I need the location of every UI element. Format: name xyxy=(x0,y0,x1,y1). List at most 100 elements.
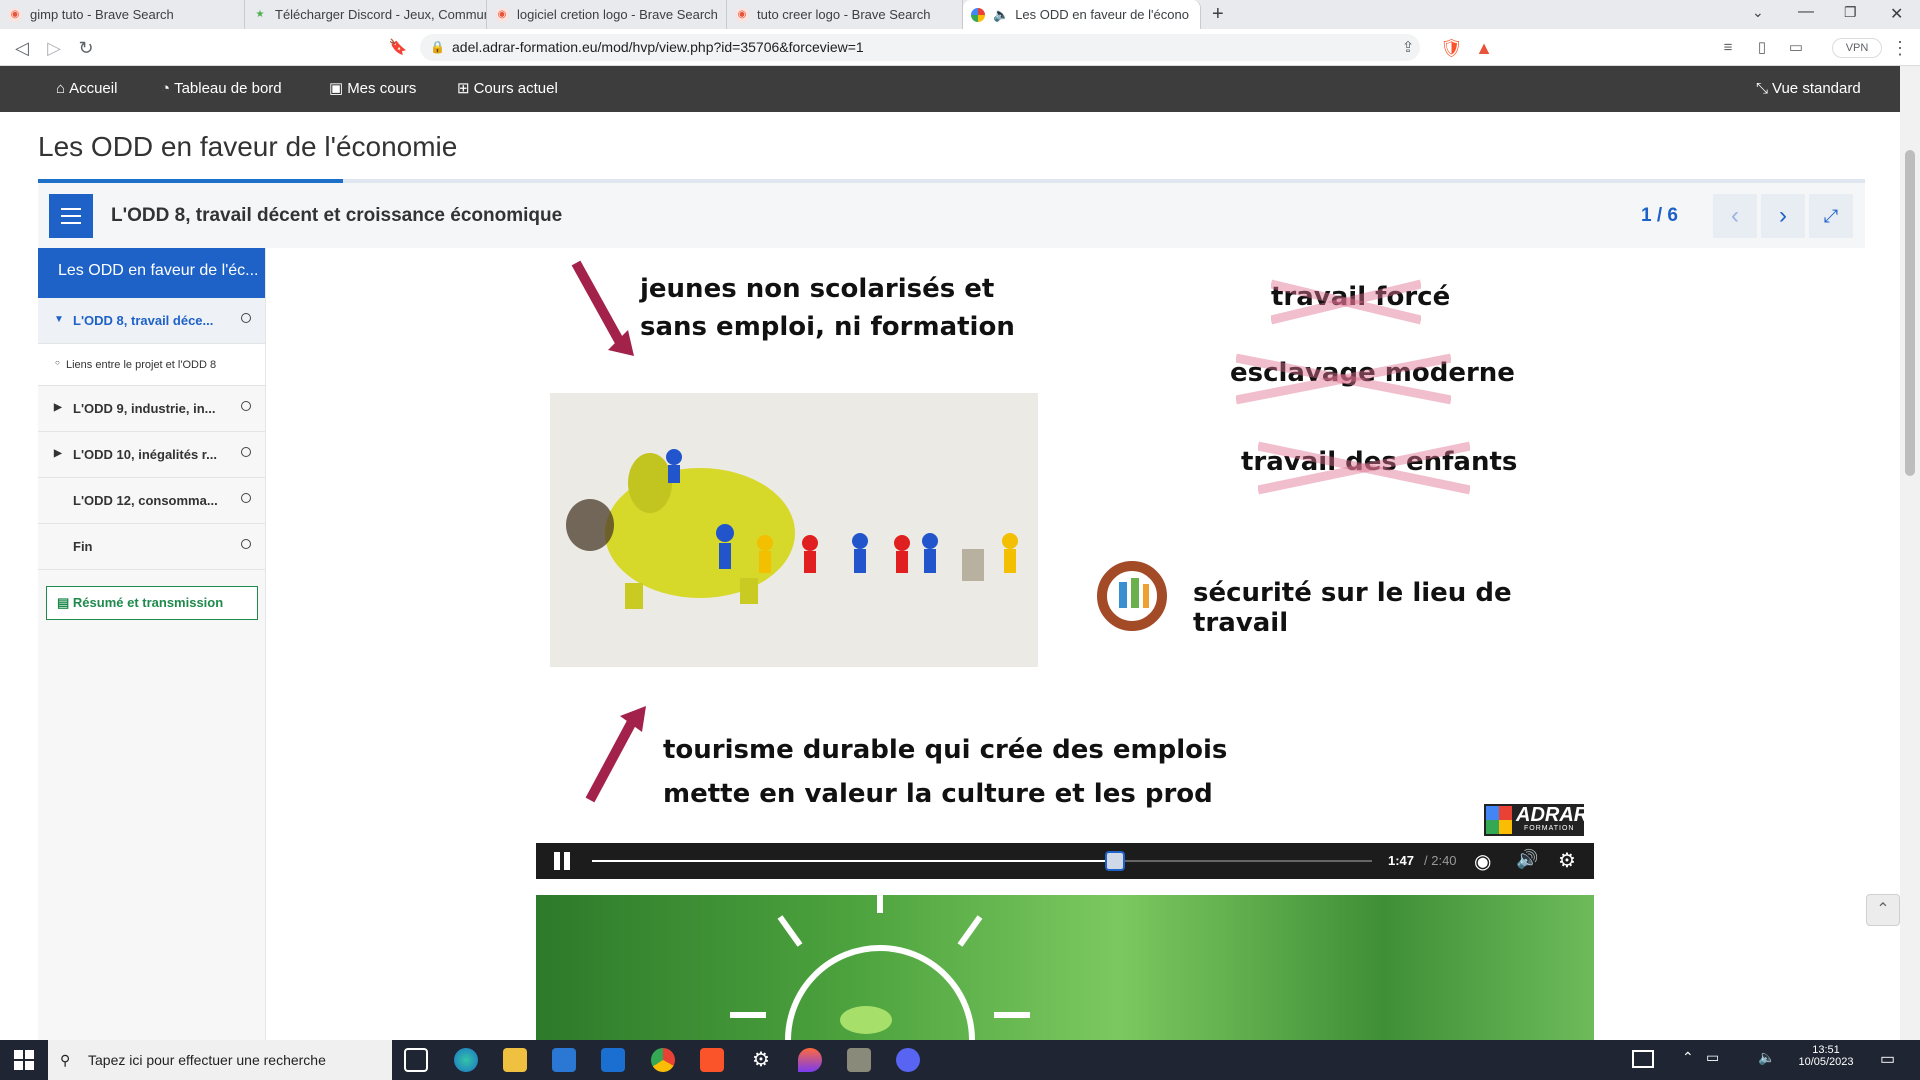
new-tab-icon[interactable]: + xyxy=(1212,3,1224,26)
notifications-icon[interactable]: ▭ xyxy=(1880,1049,1895,1069)
windows-start-icon[interactable] xyxy=(14,1050,34,1070)
sitemap-icon: ⊞ xyxy=(457,80,470,97)
toc-chapter-odd12[interactable]: L'ODD 12, consomma... xyxy=(38,478,265,524)
brave-icon[interactable] xyxy=(700,1048,724,1072)
next-page-button[interactable]: › xyxy=(1761,194,1805,238)
fullscreen-button[interactable]: ⤢ xyxy=(1809,194,1853,238)
toc-header[interactable]: Les ODD en faveur de l'éc... xyxy=(38,248,265,298)
close-window-icon[interactable]: ✕ xyxy=(1890,4,1903,24)
task-view-icon[interactable] xyxy=(404,1048,428,1072)
browser-tab[interactable]: ★ Télécharger Discord - Jeux, Communic xyxy=(245,0,487,29)
url-text: adel.adrar-formation.eu/mod/hvp/view.php… xyxy=(452,39,864,55)
tray-chevron-icon[interactable]: ⌃ xyxy=(1682,1049,1694,1066)
paint-drop-icon[interactable] xyxy=(798,1048,822,1072)
vpn-button[interactable]: VPN xyxy=(1832,38,1882,58)
taskbar-clock[interactable]: 13:51 10/05/2023 xyxy=(1796,1044,1856,1068)
arrow-up-icon xyxy=(585,706,646,803)
gimp-icon[interactable] xyxy=(847,1048,871,1072)
toc-menu-button[interactable] xyxy=(49,194,93,238)
nav-my-courses[interactable]: ▣ Mes cours xyxy=(329,66,416,112)
edge-icon[interactable] xyxy=(454,1048,478,1072)
standard-view-button[interactable]: ⤡ Vue standard xyxy=(1756,66,1861,112)
url-field[interactable]: 🔒 adel.adrar-formation.eu/mod/hvp/view.p… xyxy=(420,34,1420,61)
compress-icon: ⤡ xyxy=(1756,80,1769,97)
mail-icon[interactable] xyxy=(601,1048,625,1072)
video-text-tourism: tourisme durable qui crée des emplois me… xyxy=(663,728,1227,816)
summary-button-label: Résumé et transmission xyxy=(72,595,224,610)
pause-icon-bar xyxy=(564,852,570,870)
toc-chapter-label: L'ODD 12, consomma... xyxy=(73,493,218,508)
pause-button[interactable] xyxy=(552,852,572,870)
nav-home[interactable]: ⌂ Accueil xyxy=(56,66,117,112)
share-icon[interactable]: ⇪ xyxy=(1398,38,1418,58)
store-icon[interactable] xyxy=(552,1048,576,1072)
video-frame[interactable]: jeunes non scolarisés et sans emploi, ni… xyxy=(536,248,1594,843)
star-icon: ★ xyxy=(255,9,265,20)
back-icon[interactable]: ◁ xyxy=(12,38,32,58)
status-circle-icon xyxy=(241,313,251,323)
speaker-icon[interactable]: 🔈 xyxy=(993,7,1009,23)
browser-tab[interactable]: ◉ logiciel cretion logo - Brave Search xyxy=(487,0,727,29)
playlist-icon[interactable]: ≡ xyxy=(1718,38,1738,58)
status-circle-icon xyxy=(241,401,251,411)
page-scrollbar[interactable] xyxy=(1900,66,1920,1040)
browser-tab[interactable]: ◉ tuto creer logo - Brave Search xyxy=(727,0,963,29)
brave-icon: ◉ xyxy=(8,7,22,22)
settings-gear-icon[interactable]: ⚙ xyxy=(1558,848,1576,873)
toc-section-label: Liens entre le projet et l'ODD 8 xyxy=(66,359,217,371)
reload-icon[interactable]: ↻ xyxy=(76,38,96,58)
previous-page-button[interactable]: ‹ xyxy=(1713,194,1757,238)
file-explorer-icon[interactable] xyxy=(503,1048,527,1072)
seek-bar[interactable] xyxy=(592,851,1372,871)
minimize-icon[interactable]: — xyxy=(1798,3,1814,21)
bookmark-icon[interactable]: 🔖 xyxy=(388,38,408,58)
toc-section-liens[interactable]: ○ Liens entre le projet et l'ODD 8 xyxy=(38,344,265,386)
standard-view-label: Vue standard xyxy=(1772,80,1861,97)
brave-rewards-icon[interactable]: ▲ xyxy=(1474,38,1494,58)
chevron-down-icon[interactable]: ⌄ xyxy=(1752,4,1764,21)
status-circle-icon xyxy=(241,539,251,549)
video-text-safety: sécurité sur le lieu de travail xyxy=(1193,578,1512,638)
logo-mark xyxy=(1486,806,1512,834)
nav-dashboard[interactable]: ◔ Tableau de bord xyxy=(161,66,282,112)
tray-network-icon[interactable]: ▭ xyxy=(1706,1049,1719,1066)
browser-tab-active[interactable]: 🔈 Les ODD en faveur de l'écono ✕ xyxy=(963,0,1201,29)
safety-hands-icon xyxy=(1097,561,1167,631)
pause-icon xyxy=(554,852,560,870)
logo-subtext: FORMATION xyxy=(1524,825,1575,832)
page-title: Les ODD en faveur de l'économie xyxy=(38,131,458,162)
forward-icon[interactable]: ▷ xyxy=(44,38,64,58)
scroll-top-button[interactable]: ⌃ xyxy=(1866,894,1900,926)
chrome-icon[interactable] xyxy=(651,1048,675,1072)
seek-handle[interactable] xyxy=(1104,851,1125,871)
sidebar-icon[interactable]: ▯ xyxy=(1752,38,1772,58)
toc-chapter-odd8[interactable]: ▼ L'ODD 8, travail déce... xyxy=(38,298,265,344)
nav-current-course-label: Cours actuel xyxy=(473,80,558,97)
scrollbar-thumb[interactable] xyxy=(1905,150,1915,476)
tray-volume-icon[interactable]: 🔈 xyxy=(1758,1049,1775,1066)
menu-icon[interactable]: ⋮ xyxy=(1890,38,1910,58)
nav-home-label: Accueil xyxy=(69,80,118,97)
taskbar-search[interactable]: ⚲ Tapez ici pour effectuer une recherche xyxy=(48,1040,392,1080)
toc-chapter-odd9[interactable]: ▶ L'ODD 9, industrie, in... xyxy=(38,386,265,432)
keyboard-icon[interactable] xyxy=(1632,1050,1654,1068)
tab-title: Télécharger Discord - Jeux, Communic xyxy=(275,7,487,22)
settings-icon[interactable]: ⚙ xyxy=(749,1048,773,1072)
playback-rate-icon[interactable]: ◉ xyxy=(1474,849,1491,874)
caret-right-icon: ▶ xyxy=(54,448,62,459)
browser-tab[interactable]: ◉ gimp tuto - Brave Search xyxy=(0,0,245,29)
nav-current-course[interactable]: ⊞ Cours actuel xyxy=(457,66,558,112)
summary-submit-button[interactable]: ▤ Résumé et transmission xyxy=(46,586,258,620)
lightbulb-image xyxy=(536,895,1594,1040)
maximize-icon[interactable]: ❐ xyxy=(1844,4,1857,21)
brave-icon: ◉ xyxy=(495,7,509,22)
toc-chapter-odd10[interactable]: ▶ L'ODD 10, inégalités r... xyxy=(38,432,265,478)
piggy-bank-image xyxy=(550,393,1038,667)
windows-start-icon-tile xyxy=(14,1050,23,1059)
discord-icon[interactable] xyxy=(896,1048,920,1072)
brave-shield-icon[interactable]: 🛡 xyxy=(1440,38,1463,58)
address-bar-row: ◁ ▷ ↻ 🔖 🔒 adel.adrar-formation.eu/mod/hv… xyxy=(0,29,1920,66)
toc-chapter-fin[interactable]: Fin xyxy=(38,524,265,570)
wallet-icon[interactable]: ▭ xyxy=(1786,38,1806,58)
volume-icon[interactable]: 🔊 xyxy=(1516,849,1538,870)
